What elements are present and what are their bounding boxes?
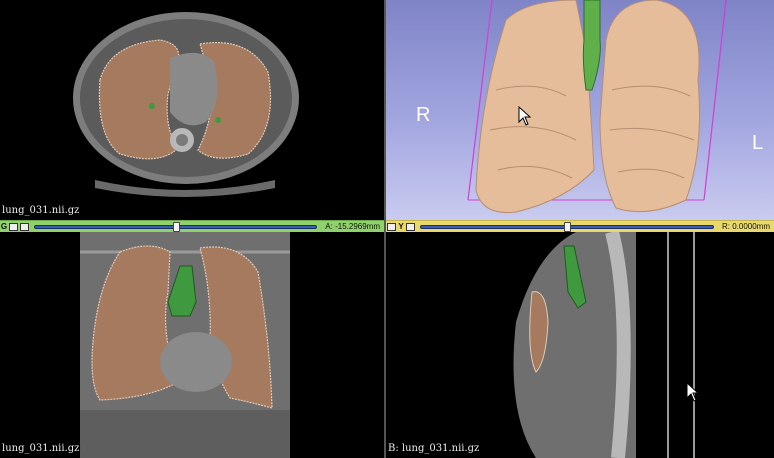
yellow-slice-slider[interactable] — [420, 221, 714, 232]
yellow-slider-handle[interactable] — [563, 221, 571, 232]
mouse-pointer-icon — [686, 382, 700, 402]
green-slice-slider[interactable] — [34, 221, 318, 232]
pin-icon[interactable] — [9, 222, 18, 231]
link-icon[interactable] — [20, 222, 29, 231]
coronal-ct-image — [0, 232, 384, 458]
axial-slice-view[interactable]: lung_031.nii.gz — [0, 0, 384, 220]
link-icon[interactable] — [406, 222, 415, 231]
yellow-view-letter: Y — [398, 222, 404, 231]
green-slice-offset: A: -15.2969mm — [325, 222, 380, 231]
axial-volume-label: lung_031.nii.gz — [2, 205, 80, 216]
green-slice-controller: G A: -15.2969mm — [0, 220, 384, 232]
coronal-slice-view[interactable]: lung_031.nii.gz — [0, 232, 384, 458]
3d-lung-render — [467, 0, 727, 214]
green-slider-handle[interactable] — [172, 221, 180, 232]
yellow-slice-controller: Y R: 0.0000mm — [386, 220, 774, 232]
sagittal-volume-label: B: lung_031.nii.gz — [388, 443, 480, 454]
yellow-slice-offset: R: 0.0000mm — [721, 222, 770, 231]
3d-render-view[interactable]: R L — [386, 0, 774, 220]
coronal-volume-label: lung_031.nii.gz — [2, 443, 80, 454]
sagittal-ct-image — [386, 232, 774, 458]
pin-icon[interactable] — [387, 222, 396, 231]
green-view-letter: G — [0, 222, 8, 231]
sagittal-slice-view[interactable]: B: lung_031.nii.gz — [386, 232, 774, 458]
3d-orientation-left: L — [752, 132, 764, 154]
view-divider — [384, 0, 386, 458]
axial-ct-image — [0, 0, 384, 220]
3d-orientation-right: R — [416, 104, 431, 126]
mouse-pointer-icon — [518, 106, 532, 126]
